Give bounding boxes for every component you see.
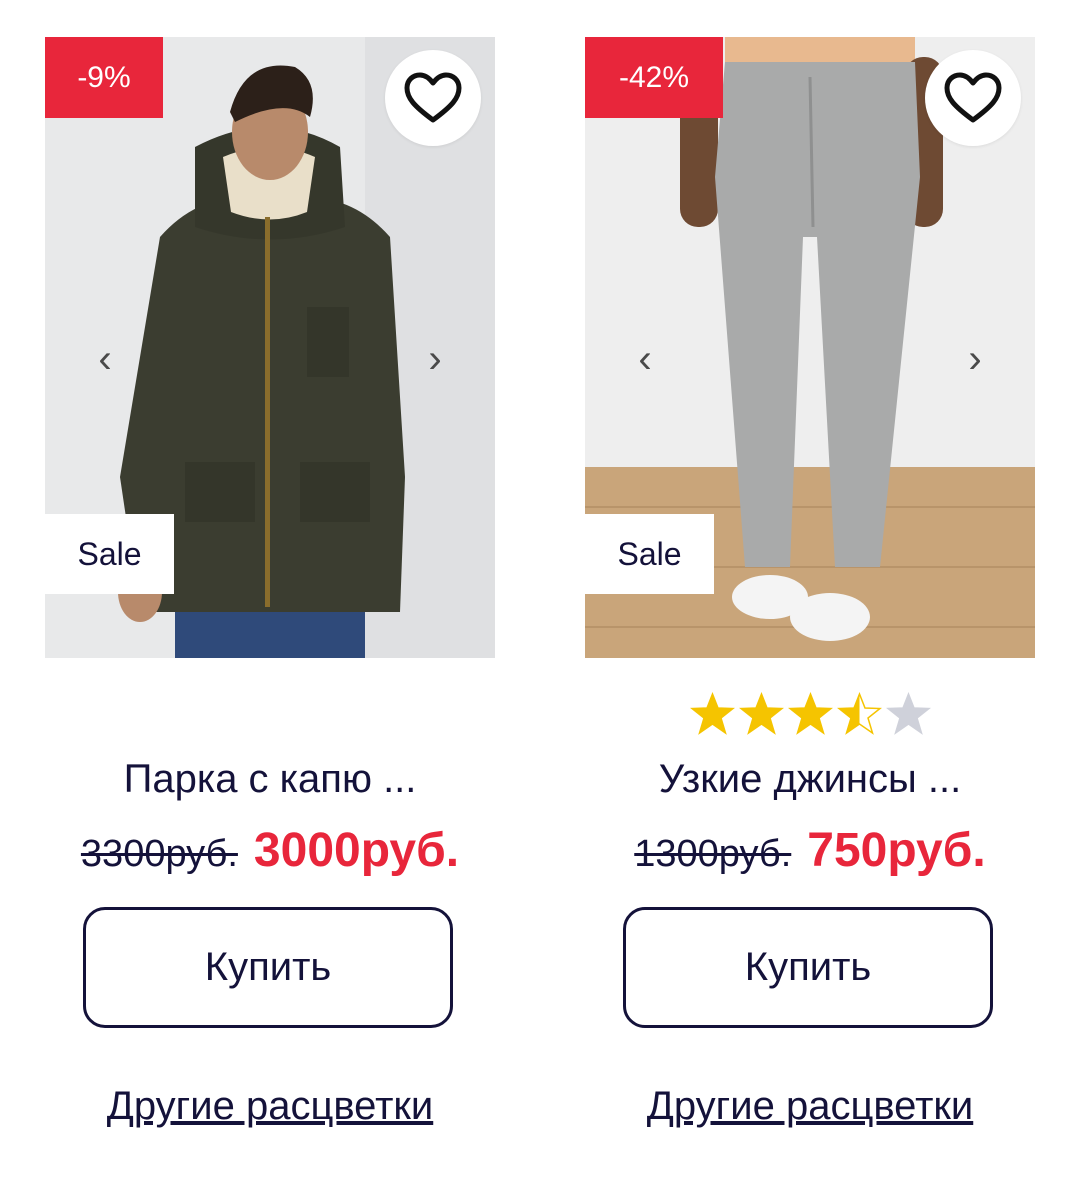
chevron-right-icon[interactable]: › <box>955 337 995 381</box>
product-image[interactable]: -42% ‹ › Sale <box>585 37 1035 658</box>
chevron-right-icon[interactable]: › <box>415 337 455 381</box>
product-image[interactable]: -9% ‹ › Sale <box>45 37 495 658</box>
star-icon <box>689 692 735 735</box>
product-name[interactable]: Парка с капю ... <box>45 757 495 802</box>
discount-badge: -42% <box>585 37 723 118</box>
sale-badge: Sale <box>45 514 174 594</box>
favorite-button[interactable] <box>925 50 1021 146</box>
discount-badge: -9% <box>45 37 163 118</box>
other-colors-link[interactable]: Другие расцветки <box>585 1084 1035 1129</box>
new-price: 3000руб. <box>253 824 460 877</box>
old-price: 1300руб. <box>634 833 792 875</box>
sale-badge: Sale <box>585 514 714 594</box>
price-block: 3300руб. 3000руб. <box>45 823 495 878</box>
favorite-button[interactable] <box>385 50 481 146</box>
heart-outline-icon <box>404 72 462 123</box>
product-name[interactable]: Узкие джинсы ... <box>585 757 1035 802</box>
star-icon <box>836 692 882 735</box>
star-icon <box>885 692 931 735</box>
new-price: 750руб. <box>807 824 986 877</box>
product-card: -42% ‹ › Sale Узкие джинсы ... 1300руб. … <box>585 37 1035 1178</box>
rating-stars <box>585 692 1035 736</box>
buy-button[interactable]: Купить <box>83 907 453 1028</box>
star-icon <box>787 692 833 735</box>
chevron-left-icon[interactable]: ‹ <box>85 337 125 381</box>
star-icon <box>738 692 784 735</box>
heart-outline-icon <box>944 72 1002 123</box>
product-card: -9% ‹ › Sale Парка с капю ... 3300руб. 3… <box>45 37 495 1178</box>
buy-button[interactable]: Купить <box>623 907 993 1028</box>
other-colors-link[interactable]: Другие расцветки <box>45 1084 495 1129</box>
old-price: 3300руб. <box>80 833 238 875</box>
chevron-left-icon[interactable]: ‹ <box>625 337 665 381</box>
price-block: 1300руб. 750руб. <box>585 823 1035 878</box>
